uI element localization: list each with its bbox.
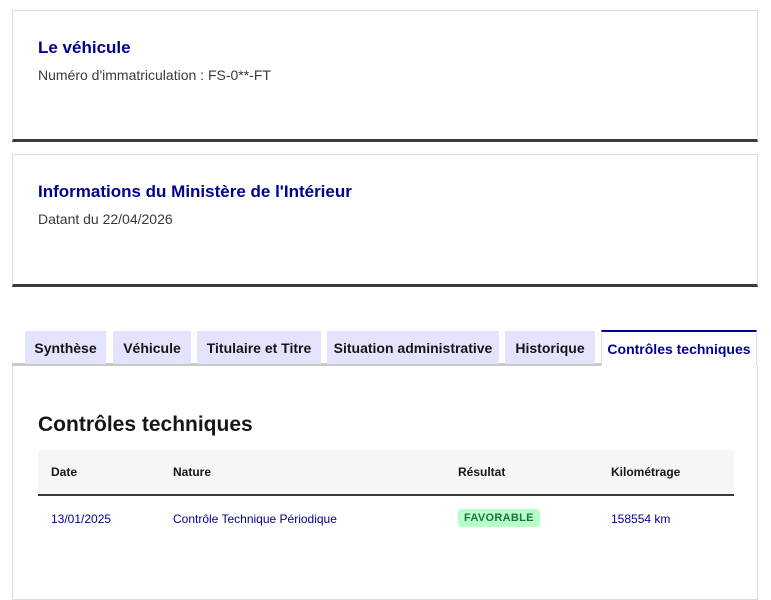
- vehicle-title: Le véhicule: [38, 38, 131, 57]
- header-mileage: Kilométrage: [611, 465, 681, 479]
- tab-synthese[interactable]: Synthèse: [25, 331, 106, 364]
- header-nature: Nature: [173, 465, 212, 479]
- tab-historique[interactable]: Historique: [505, 331, 595, 364]
- tab-list: Synthèse Véhicule Titulaire et Titre Sit…: [12, 330, 758, 366]
- inspections-table: Date Nature Résultat Kilométrage 13/01/2…: [38, 450, 734, 542]
- tab-controles-techniques[interactable]: Contrôles techniques: [601, 330, 757, 366]
- ministry-card: Informations du Ministère de l'Intérieur…: [12, 154, 758, 287]
- ministry-date: Datant du 22/04/2026: [38, 211, 173, 227]
- table-header: Date Nature Résultat Kilométrage: [38, 450, 734, 496]
- ministry-title: Informations du Ministère de l'Intérieur: [38, 182, 352, 201]
- tab-titulaire-titre[interactable]: Titulaire et Titre: [197, 331, 321, 364]
- header-result: Résultat: [458, 465, 506, 479]
- tab-vehicule[interactable]: Véhicule: [113, 331, 191, 364]
- cell-nature: Contrôle Technique Périodique: [173, 512, 337, 526]
- plate-number: Numéro d'immatriculation : FS-0**-FT: [38, 67, 271, 83]
- panel-title: Contrôles techniques: [38, 413, 253, 436]
- tab-situation-administrative[interactable]: Situation administrative: [327, 331, 499, 364]
- tab-panel: Contrôles techniques Date Nature Résulta…: [12, 366, 758, 600]
- table-row: 13/01/2025 Contrôle Technique Périodique…: [38, 496, 734, 542]
- vehicle-card: Le véhicule Numéro d'immatriculation : F…: [12, 10, 758, 142]
- cell-mileage: 158554 km: [611, 512, 671, 526]
- header-date: Date: [51, 465, 78, 479]
- result-badge: FAVORABLE: [458, 509, 540, 527]
- cell-date: 13/01/2025: [51, 512, 112, 526]
